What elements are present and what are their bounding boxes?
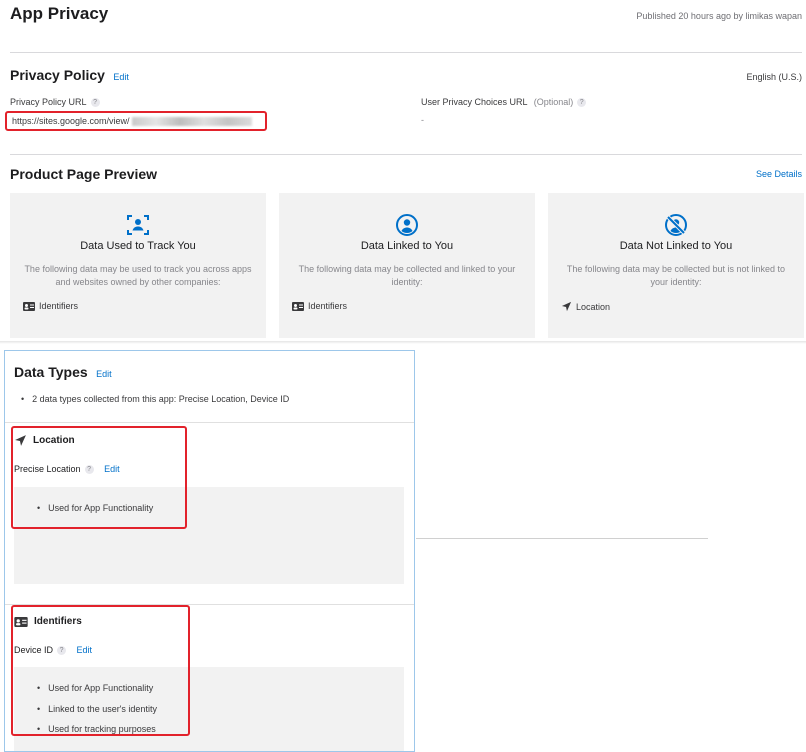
card-title: Data Not Linked to You — [619, 240, 733, 252]
background-divider — [416, 538, 708, 539]
card-data-used-to-track: Data Used to Track You The following dat… — [10, 193, 266, 338]
id-card-icon — [23, 301, 35, 311]
location-arrow-icon — [561, 301, 572, 312]
data-types-title: Data Types — [14, 364, 88, 380]
privacy-policy-url-label: Privacy Policy URL? — [10, 97, 100, 108]
privacy-policy-title: Privacy Policy — [10, 67, 105, 83]
data-types-edit-link[interactable]: Edit — [96, 369, 112, 379]
card-title: Data Used to Track You — [80, 240, 196, 252]
card-data-linked-to-you: Data Linked to You The following data ma… — [279, 193, 535, 338]
card-item: Identifiers — [292, 301, 347, 311]
published-status: Published 20 hours ago by limikas wapan — [636, 11, 802, 21]
divider — [10, 154, 802, 155]
person-icon — [396, 214, 418, 236]
card-description: The following data may be used to track … — [24, 264, 252, 287]
highlight-box-identifiers — [11, 605, 190, 736]
person-slash-icon — [665, 214, 687, 236]
page-title: App Privacy — [10, 4, 109, 23]
divider — [10, 52, 802, 53]
divider — [5, 422, 414, 423]
data-types-summary: 2 data types collected from this app: Pr… — [21, 394, 289, 404]
card-data-not-linked-to-you: Data Not Linked to You The following dat… — [548, 193, 804, 338]
track-icon — [127, 215, 149, 235]
see-details-link[interactable]: See Details — [756, 169, 802, 179]
card-item: Identifiers — [23, 301, 78, 311]
separator-shadow — [0, 341, 806, 344]
card-item: Location — [561, 301, 610, 312]
highlight-box-url — [5, 111, 267, 131]
privacy-choices-value: - — [421, 115, 424, 125]
card-description: The following data may be collected and … — [298, 264, 516, 287]
card-description: The following data may be collected but … — [566, 264, 786, 287]
data-types-panel: Data Types Edit 2 data types collected f… — [4, 350, 415, 752]
privacy-choices-label: User Privacy Choices URL (Optional)? — [421, 97, 587, 108]
card-title: Data Linked to You — [360, 240, 454, 252]
language-label: English (U.S.) — [746, 72, 802, 82]
privacy-policy-edit-link[interactable]: Edit — [113, 72, 129, 82]
product-page-preview-heading: Product Page Preview — [10, 166, 158, 182]
help-icon[interactable]: ? — [90, 98, 100, 108]
help-icon[interactable]: ? — [577, 98, 587, 108]
id-card-icon — [292, 301, 304, 311]
highlight-box-location — [11, 426, 187, 529]
data-types-heading: Data Types Edit — [14, 364, 112, 382]
privacy-policy-heading: Privacy Policy Edit — [10, 67, 129, 85]
